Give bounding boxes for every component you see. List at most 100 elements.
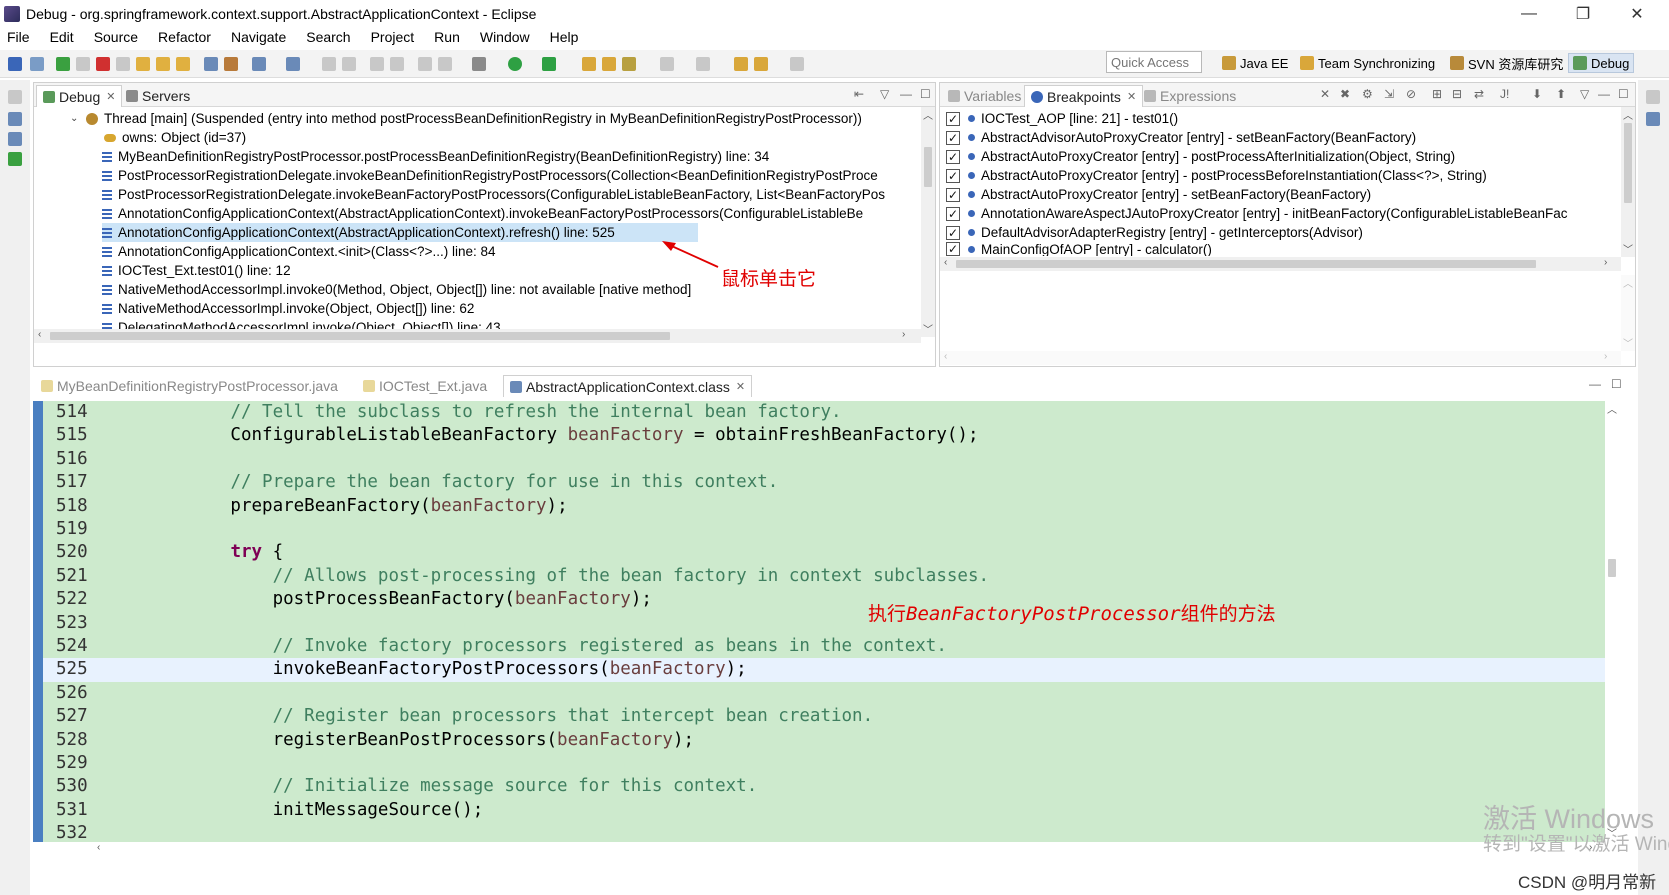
mark-icon[interactable] bbox=[438, 57, 452, 71]
drop-to-frame-icon[interactable] bbox=[204, 57, 218, 71]
breakpoint-item[interactable]: ✓ AbstractAdvisorAutoProxyCreator [entry]… bbox=[946, 128, 1416, 147]
menu-edit[interactable]: Edit bbox=[47, 29, 77, 45]
code-line[interactable]: 529 bbox=[0, 752, 1605, 775]
menu-refactor[interactable]: Refactor bbox=[155, 29, 214, 45]
restore-button[interactable]: ❐ bbox=[1560, 0, 1606, 28]
maximize-view-icon[interactable]: ☐ bbox=[1611, 377, 1622, 391]
perspective-debug[interactable]: Debug bbox=[1568, 53, 1635, 73]
close-icon[interactable]: ✕ bbox=[106, 90, 115, 103]
tab-ioctest-ext[interactable]: IOCTest_Ext.java bbox=[357, 375, 493, 397]
stack-frame-row[interactable]: PostProcessorRegistrationDelegate.invoke… bbox=[102, 166, 922, 185]
minimize-view-icon[interactable]: — bbox=[1598, 87, 1610, 101]
breakpoint-item[interactable]: ✓ MainConfigOfAOP [entry] - calculator() bbox=[946, 242, 1212, 256]
run-icon[interactable] bbox=[508, 57, 522, 71]
step-into-icon[interactable] bbox=[136, 57, 150, 71]
menu-source[interactable]: Source bbox=[91, 29, 141, 45]
stack-frame-row[interactable]: NativeMethodAccessorImpl.invoke(Object, … bbox=[102, 299, 922, 318]
scroll-thumb[interactable] bbox=[1608, 559, 1616, 577]
scroll-left-icon[interactable]: ‹ bbox=[97, 842, 100, 853]
checkbox[interactable]: ✓ bbox=[946, 111, 960, 126]
terminate-icon[interactable] bbox=[96, 57, 110, 71]
scroll-right-icon[interactable]: › bbox=[1604, 257, 1607, 268]
perspective-java-ee[interactable]: Java EE bbox=[1222, 53, 1288, 73]
scroll-down-icon[interactable]: ﹀ bbox=[1623, 241, 1633, 256]
java-exception-icon[interactable]: J! bbox=[1500, 87, 1509, 101]
quick-access-input[interactable] bbox=[1106, 51, 1202, 73]
code-line[interactable]: 515 ConfigurableListableBeanFactory bean… bbox=[0, 424, 1605, 447]
remove-all-breakpoints-icon[interactable]: ✖ bbox=[1340, 87, 1350, 101]
owns-row[interactable]: owns: Object (id=37) bbox=[104, 128, 246, 147]
close-window-button[interactable]: ✕ bbox=[1614, 0, 1660, 28]
outline-right-icon[interactable] bbox=[1646, 112, 1660, 126]
resume-icon[interactable] bbox=[56, 57, 70, 71]
breakpoints-vertical-scrollbar[interactable]: ︿ ﹀ bbox=[1621, 107, 1635, 257]
scroll-up-icon[interactable]: ︿ bbox=[1607, 401, 1617, 416]
code-line[interactable]: 525 invokeBeanFactoryPostProcessors(bean… bbox=[0, 658, 1605, 681]
use-step-filters-icon[interactable] bbox=[224, 57, 238, 71]
checkbox[interactable]: ✓ bbox=[946, 149, 960, 164]
collapse-all-icon[interactable]: ⇤ bbox=[854, 87, 864, 101]
remove-breakpoint-icon[interactable]: ✕ bbox=[1320, 87, 1330, 101]
scroll-thumb[interactable] bbox=[50, 332, 670, 340]
detail-vertical-scrollbar[interactable]: ︿ ﹀ bbox=[1621, 275, 1635, 351]
code-lines[interactable]: 514 // Tell the subclass to refresh the … bbox=[0, 401, 1605, 842]
export-icon[interactable]: ⬆ bbox=[1556, 87, 1566, 101]
stack-frame-row[interactable]: PostProcessorRegistrationDelegate.invoke… bbox=[102, 185, 922, 204]
breakpoint-item[interactable]: ✓ DefaultAdvisorAdapterRegistry [entry] -… bbox=[946, 223, 1363, 242]
maximize-view-icon[interactable]: ☐ bbox=[1618, 87, 1629, 101]
debug-gear-icon[interactable] bbox=[472, 57, 486, 71]
open-folder-icon[interactable] bbox=[582, 57, 596, 71]
minimize-view-icon[interactable]: — bbox=[900, 87, 912, 101]
code-line[interactable]: 517 // Prepare the bean factory for use … bbox=[0, 471, 1605, 494]
scroll-up-icon[interactable]: ︿ bbox=[1623, 107, 1633, 122]
scroll-down-icon[interactable]: ﹀ bbox=[1623, 335, 1633, 350]
external-tools-icon[interactable] bbox=[542, 57, 556, 71]
menu-search[interactable]: Search bbox=[303, 29, 353, 45]
scroll-left-icon[interactable]: ‹ bbox=[944, 351, 947, 362]
link-editor-icon[interactable]: ⇄ bbox=[1474, 87, 1484, 101]
tab-breakpoints[interactable]: Breakpoints ✕ bbox=[1024, 85, 1144, 107]
breakpoint-item[interactable]: ✓ IOCTest_AOP [line: 21] - test01() bbox=[946, 109, 1178, 128]
stack-frame-row[interactable]: MyBeanDefinitionRegistryPostProcessor.po… bbox=[102, 147, 922, 166]
show-supported-icon[interactable]: ⚙ bbox=[1362, 87, 1373, 101]
new-icon[interactable] bbox=[8, 57, 22, 71]
code-line[interactable]: 531 initMessageSource(); bbox=[0, 799, 1605, 822]
checkbox[interactable]: ✓ bbox=[946, 168, 960, 183]
stack-frame-row-selected[interactable]: AnnotationConfigApplicationContext(Abstr… bbox=[102, 223, 698, 242]
code-line[interactable]: 527 // Register bean processors that int… bbox=[0, 705, 1605, 728]
code-line[interactable]: 516 bbox=[0, 448, 1605, 471]
menu-file[interactable]: File bbox=[4, 29, 33, 45]
view-menu-icon[interactable]: ▽ bbox=[880, 87, 889, 101]
menu-navigate[interactable]: Navigate bbox=[228, 29, 289, 45]
menu-run[interactable]: Run bbox=[431, 29, 463, 45]
minimize-view-icon[interactable]: — bbox=[1589, 377, 1601, 391]
code-line[interactable]: 528 registerBeanPostProcessors(beanFacto… bbox=[0, 729, 1605, 752]
tab-expressions[interactable]: Expressions bbox=[1138, 85, 1242, 107]
code-line[interactable]: 524 // Invoke factory processors registe… bbox=[0, 635, 1605, 658]
step-over-icon[interactable] bbox=[156, 57, 170, 71]
restore-right-view-icon[interactable] bbox=[1646, 90, 1660, 104]
stack-frame-row[interactable]: AnnotationConfigApplicationContext(Abstr… bbox=[102, 204, 922, 223]
scroll-thumb[interactable] bbox=[924, 147, 932, 187]
outline-icon[interactable] bbox=[8, 132, 22, 146]
scroll-left-icon[interactable]: ‹ bbox=[38, 329, 41, 340]
menu-help[interactable]: Help bbox=[547, 29, 582, 45]
menu-project[interactable]: Project bbox=[368, 29, 418, 45]
code-line[interactable]: 523 bbox=[0, 612, 1605, 635]
suspend-icon[interactable] bbox=[76, 57, 90, 71]
scroll-thumb[interactable] bbox=[1624, 123, 1632, 203]
scroll-right-icon[interactable]: › bbox=[1604, 351, 1607, 362]
checkbox[interactable]: ✓ bbox=[946, 206, 960, 221]
debug-horizontal-scrollbar[interactable]: ‹ › bbox=[34, 329, 921, 343]
save-icon[interactable] bbox=[286, 57, 300, 71]
scroll-left-icon[interactable]: ‹ bbox=[944, 257, 947, 268]
close-icon[interactable]: ✕ bbox=[736, 380, 745, 393]
perspective-svn[interactable]: SVN 资源库研究 bbox=[1450, 53, 1563, 73]
back-icon[interactable] bbox=[734, 57, 748, 71]
pin-icon[interactable] bbox=[390, 57, 404, 71]
breakpoint-item[interactable]: ✓ AbstractAutoProxyCreator [entry] - post… bbox=[946, 166, 1487, 185]
expand-all-icon[interactable]: ⊞ bbox=[1432, 87, 1442, 101]
scroll-up-icon[interactable]: ︿ bbox=[1623, 275, 1633, 290]
code-line[interactable]: 521 // Allows post-processing of the bea… bbox=[0, 565, 1605, 588]
code-line[interactable]: 532 bbox=[0, 822, 1605, 842]
